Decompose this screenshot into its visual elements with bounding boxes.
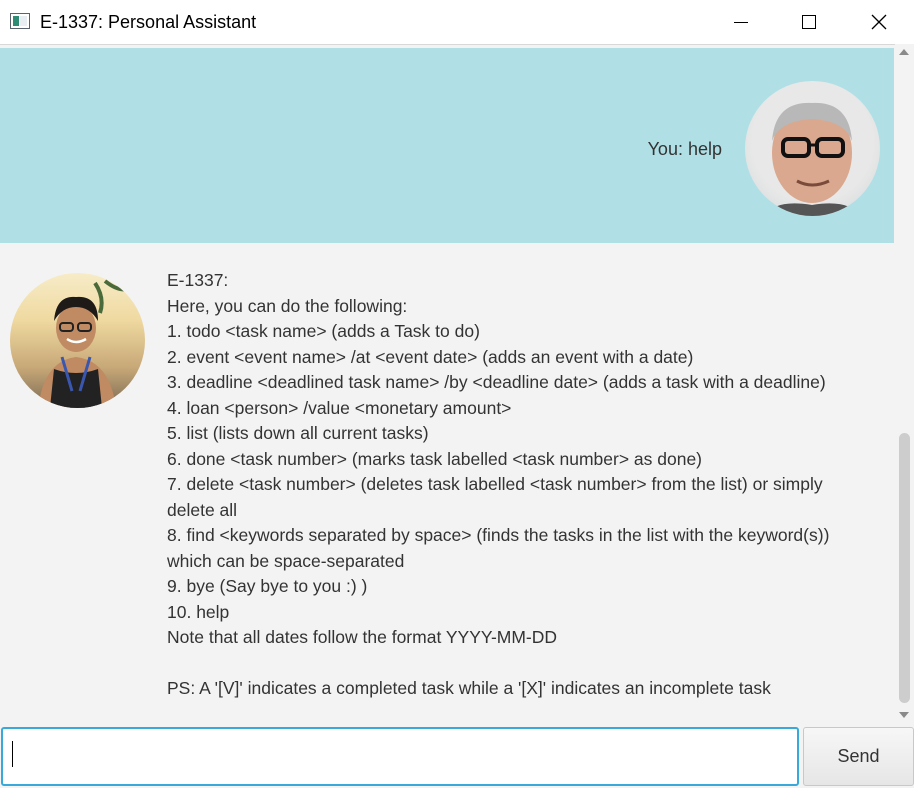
maximize-icon — [802, 15, 816, 29]
scroll-up-arrow-icon[interactable] — [899, 49, 909, 55]
send-button[interactable]: Send — [803, 727, 914, 786]
user-message-text: You: help — [647, 139, 722, 159]
bot-line: 10. help — [167, 601, 230, 622]
bot-line: E-1337: — [167, 270, 229, 290]
bot-message-row: E-1337: Here, you can do the following: … — [0, 243, 894, 725]
window-title: E-1337: Personal Assistant — [40, 12, 257, 32]
chat-scroll-pane[interactable]: You: help E-1337: Here, you can do the f… — [0, 44, 914, 725]
maximize-button[interactable] — [786, 0, 832, 44]
bot-avatar — [10, 273, 145, 408]
bot-line: Here, you can do the following: — [167, 295, 408, 316]
bot-line: 2. event <event name> /at <event date> (… — [167, 346, 694, 367]
bot-line: 6. done <task number> (marks task labell… — [167, 448, 703, 469]
text-caret — [12, 741, 13, 767]
title-bar: E-1337: Personal Assistant — [0, 0, 914, 44]
scrollbar-thumb[interactable] — [899, 433, 910, 703]
bot-line: which can be space-separated — [167, 550, 405, 571]
message-input[interactable] — [1, 727, 799, 786]
bot-line: 7. delete <task number> (deletes task la… — [167, 474, 823, 494]
bot-line: 3. deadline <deadlined task name> /by <d… — [167, 372, 826, 392]
minimize-icon — [734, 21, 748, 23]
vertical-scrollbar[interactable] — [895, 44, 914, 724]
bot-line: 5. list (lists down all current tasks) — [167, 423, 429, 443]
minimize-button[interactable] — [718, 0, 764, 44]
bot-line: PS: A '[V]' indicates a completed task w… — [167, 678, 771, 698]
close-icon — [871, 14, 887, 30]
bot-line: 8. find <keywords separated by space> (f… — [167, 525, 830, 545]
bot-message-text: E-1337: Here, you can do the following: … — [167, 268, 867, 702]
bot-line: 9. bye (Say bye to you :) ) — [167, 576, 368, 596]
bot-line: Note that all dates follow the format YY… — [167, 627, 558, 647]
bot-line-blank — [167, 651, 867, 677]
bot-line: 1. todo <task name> (adds a Task to do) — [167, 321, 480, 341]
close-button[interactable] — [856, 0, 902, 44]
input-bar: Send — [0, 724, 914, 788]
user-avatar — [745, 81, 880, 216]
bot-line: 4. loan <person> /value <monetary amount… — [167, 397, 512, 418]
scroll-down-arrow-icon[interactable] — [899, 712, 909, 718]
bot-line: delete all — [167, 499, 238, 520]
app-icon — [10, 13, 30, 29]
user-message-row: You: help — [0, 48, 894, 243]
